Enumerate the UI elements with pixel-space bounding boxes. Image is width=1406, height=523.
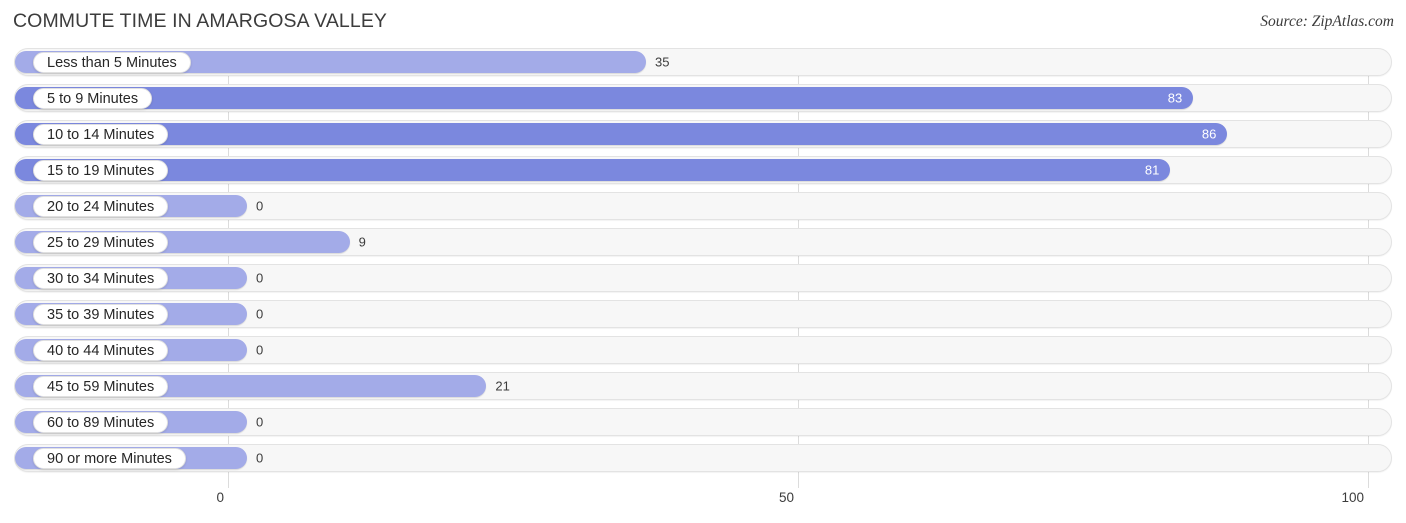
bar-row: 9 25 to 29 Minutes (0, 228, 1406, 256)
bar-row: 0 20 to 24 Minutes (0, 192, 1406, 220)
bar-value-label: 0 (256, 270, 264, 286)
bar-row: 0 30 to 34 Minutes (0, 264, 1406, 292)
bar-value-label: 86 (1201, 126, 1217, 142)
bar-value-label: 0 (256, 450, 264, 466)
bar-row: 81 15 to 19 Minutes (0, 156, 1406, 184)
bar-row: 0 90 or more Minutes (0, 444, 1406, 472)
bar-row: 0 60 to 89 Minutes (0, 408, 1406, 436)
bar-row: 0 35 to 39 Minutes (0, 300, 1406, 328)
axis-tick-label: 100 (1341, 490, 1364, 505)
bar-value-label: 21 (495, 378, 510, 394)
category-label-pill: 25 to 29 Minutes (33, 232, 169, 253)
chart-page: COMMUTE TIME IN AMARGOSA VALLEY Source: … (0, 0, 1406, 523)
bar-value-label: 35 (655, 54, 670, 70)
bar-value-label: 9 (358, 234, 366, 250)
category-label-pill: Less than 5 Minutes (33, 52, 191, 73)
bar-fill[interactable]: 83 (15, 87, 1194, 109)
bar-value-label: 83 (1167, 90, 1183, 106)
bar-row: 21 45 to 59 Minutes (0, 372, 1406, 400)
bar-value-label: 0 (256, 198, 264, 214)
bar-value-label: 0 (256, 342, 264, 358)
bar-row: 0 40 to 44 Minutes (0, 336, 1406, 364)
category-label-pill: 60 to 89 Minutes (33, 412, 169, 433)
source-attribution: Source: ZipAtlas.com (1260, 13, 1394, 30)
bar-rows: 35 Less than 5 Minutes 83 5 to 9 Minutes 86 1… (0, 48, 1406, 480)
category-label-pill: 35 to 39 Minutes (33, 304, 169, 325)
axis-tick-label: 0 (216, 490, 224, 505)
category-label-pill: 40 to 44 Minutes (33, 340, 169, 361)
category-label-pill: 15 to 19 Minutes (33, 160, 169, 181)
category-label-pill: 10 to 14 Minutes (33, 124, 169, 145)
category-label-pill: 5 to 9 Minutes (33, 88, 153, 109)
bar-fill[interactable]: 86 (15, 123, 1228, 145)
bar-row: 86 10 to 14 Minutes (0, 120, 1406, 148)
bar-row: 83 5 to 9 Minutes (0, 84, 1406, 112)
category-label-pill: 30 to 34 Minutes (33, 268, 169, 289)
category-label-pill: 45 to 59 Minutes (33, 376, 169, 397)
bar-value-label: 0 (256, 306, 264, 322)
category-label-pill: 20 to 24 Minutes (33, 196, 169, 217)
bar-fill[interactable]: 81 (15, 159, 1171, 181)
bar-value-label: 0 (256, 414, 264, 430)
category-label-pill: 90 or more Minutes (33, 448, 186, 469)
x-axis: 0 50 100 (0, 488, 1406, 523)
plot-area: 35 Less than 5 Minutes 83 5 to 9 Minutes 86 1… (0, 48, 1406, 488)
bar-row: 35 Less than 5 Minutes (0, 48, 1406, 76)
page-title: COMMUTE TIME IN AMARGOSA VALLEY (13, 10, 388, 32)
bar-value-label: 81 (1144, 162, 1160, 178)
axis-tick-label: 50 (778, 490, 794, 505)
